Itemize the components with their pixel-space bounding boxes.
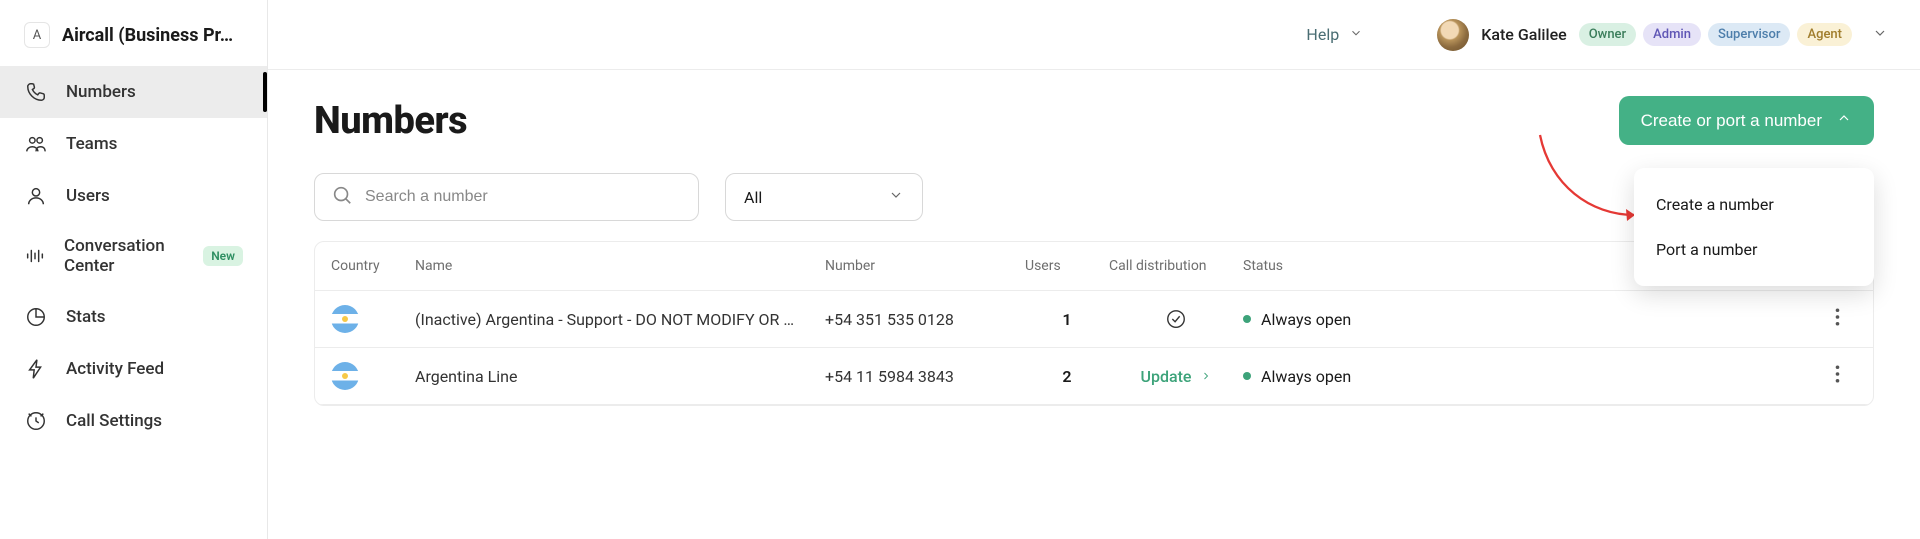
table-row[interactable]: (Inactive) Argentina - Support - DO NOT … <box>315 291 1873 348</box>
brand-icon: A <box>24 22 50 48</box>
filter-select[interactable]: All <box>725 173 923 221</box>
chevron-right-icon <box>1200 367 1212 386</box>
cell-name: Argentina Line <box>415 367 825 386</box>
user-cluster: Kate Galilee Owner Admin Supervisor Agen… <box>1437 19 1888 51</box>
dropdown-port-number[interactable]: Port a number <box>1634 227 1874 272</box>
sidebar-item-activity-feed[interactable]: Activity Feed <box>0 343 267 395</box>
main: Help Kate Galilee Owner Admin Supervisor… <box>268 0 1920 539</box>
cell-number: +54 11 5984 3843 <box>825 367 1025 386</box>
cell-dist-ok <box>1109 308 1243 330</box>
sidebar-item-label: Conversation Center <box>64 236 185 277</box>
sidebar-item-numbers[interactable]: Numbers <box>0 66 267 118</box>
sidebar-item-label: Stats <box>66 307 106 327</box>
search-input[interactable] <box>365 188 682 206</box>
table-row[interactable]: Argentina Line +54 11 5984 3843 2 Update <box>315 348 1873 405</box>
dist-update-label: Update <box>1141 367 1192 386</box>
chevron-up-icon <box>1836 110 1852 131</box>
badge-admin: Admin <box>1643 23 1701 46</box>
sidebar-item-label: Activity Feed <box>66 359 164 379</box>
th-number: Number <box>825 258 1025 274</box>
th-users: Users <box>1025 258 1109 274</box>
brand-label: Aircall (Business Pr… <box>62 25 233 46</box>
sidebar-item-teams[interactable]: Teams <box>0 118 267 170</box>
cell-users: 1 <box>1025 310 1109 329</box>
status-text: Always open <box>1261 367 1351 386</box>
th-name: Name <box>415 258 825 274</box>
badge-agent: Agent <box>1797 23 1852 46</box>
sidebar-nav: Numbers Teams Users Conversation Center <box>0 66 267 447</box>
clock-icon <box>24 409 48 433</box>
row-menu-button[interactable] <box>1817 308 1857 330</box>
badge-owner: Owner <box>1579 23 1636 46</box>
sidebar: A Aircall (Business Pr… Numbers Teams <box>0 0 268 539</box>
filter-value: All <box>744 188 762 207</box>
status-text: Always open <box>1261 310 1351 329</box>
brand[interactable]: A Aircall (Business Pr… <box>0 10 267 66</box>
sidebar-item-label: Call Settings <box>66 411 162 431</box>
chevron-down-icon[interactable] <box>1872 25 1888 45</box>
role-badges: Owner Admin Supervisor Agent <box>1579 23 1852 46</box>
cell-status: Always open <box>1243 310 1817 329</box>
dropdown-create-number[interactable]: Create a number <box>1634 182 1874 227</box>
waveform-icon <box>24 244 46 268</box>
sidebar-item-call-settings[interactable]: Call Settings <box>0 395 267 447</box>
chevron-down-icon <box>1349 25 1363 44</box>
status-dot-icon <box>1243 372 1251 380</box>
flag-argentina-icon <box>331 305 359 333</box>
sidebar-item-label: Numbers <box>66 82 136 102</box>
avatar[interactable] <box>1437 19 1469 51</box>
cell-status: Always open <box>1243 367 1817 386</box>
page-title: Numbers <box>314 99 467 143</box>
create-or-port-button[interactable]: Create or port a number <box>1619 96 1874 145</box>
cell-name: (Inactive) Argentina - Support - DO NOT … <box>415 310 825 329</box>
sidebar-item-label: Users <box>66 186 110 206</box>
status-dot-icon <box>1243 315 1251 323</box>
new-badge: New <box>203 246 243 266</box>
user-icon <box>24 184 48 208</box>
username: Kate Galilee <box>1481 25 1567 44</box>
stats-icon <box>24 305 48 329</box>
sidebar-item-label: Teams <box>66 134 117 154</box>
chevron-down-icon <box>888 187 904 207</box>
cell-dist-update[interactable]: Update <box>1109 367 1243 386</box>
teams-icon <box>24 132 48 156</box>
help-menu[interactable]: Help <box>1306 25 1363 44</box>
search-wrap[interactable] <box>314 173 699 221</box>
row-menu-button[interactable] <box>1817 365 1857 387</box>
th-country: Country <box>331 258 415 274</box>
sidebar-item-conversation-center[interactable]: Conversation Center New <box>0 222 267 291</box>
help-label: Help <box>1306 25 1339 44</box>
phone-icon <box>24 80 48 104</box>
sidebar-item-stats[interactable]: Stats <box>0 291 267 343</box>
th-dist: Call distribution <box>1109 258 1243 274</box>
bolt-icon <box>24 357 48 381</box>
cell-users: 2 <box>1025 367 1109 386</box>
cta-label: Create or port a number <box>1641 111 1822 131</box>
page-content: Numbers Create or port a number Create a… <box>268 70 1920 539</box>
page-header: Numbers Create or port a number <box>314 96 1874 145</box>
sidebar-item-users[interactable]: Users <box>0 170 267 222</box>
cell-number: +54 351 535 0128 <box>825 310 1025 329</box>
badge-supervisor: Supervisor <box>1708 23 1791 46</box>
flag-argentina-icon <box>331 362 359 390</box>
search-icon <box>331 184 353 210</box>
create-port-dropdown: Create a number Port a number <box>1634 168 1874 286</box>
topbar: Help Kate Galilee Owner Admin Supervisor… <box>268 0 1920 70</box>
